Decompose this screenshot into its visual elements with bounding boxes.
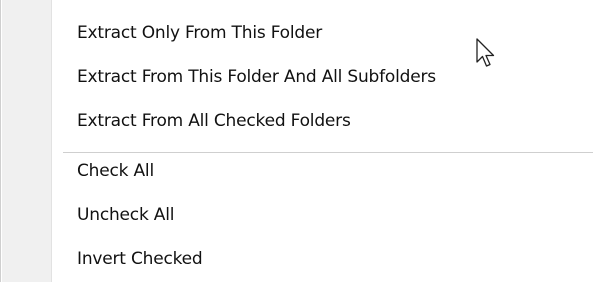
menu-item-extract-this-folder-and-subfolders[interactable]: Extract From This Folder And All Subfold…: [77, 62, 436, 92]
menu-separator-highlight: [63, 153, 593, 154]
menu-item-uncheck-all[interactable]: Uncheck All: [77, 200, 174, 230]
menu-item-extract-all-checked-folders[interactable]: Extract From All Checked Folders: [77, 106, 351, 136]
menu-gutter-edge: [51, 0, 52, 282]
menu-icon-gutter: [2, 0, 51, 282]
menu-item-extract-only-this-folder[interactable]: Extract Only From This Folder: [77, 18, 322, 48]
context-menu: Extract Only From This Folder Extract Fr…: [0, 0, 593, 282]
menu-item-invert-checked[interactable]: Invert Checked: [77, 244, 203, 274]
mouse-pointer-icon: [476, 38, 495, 67]
menu-item-check-all[interactable]: Check All: [77, 156, 154, 186]
